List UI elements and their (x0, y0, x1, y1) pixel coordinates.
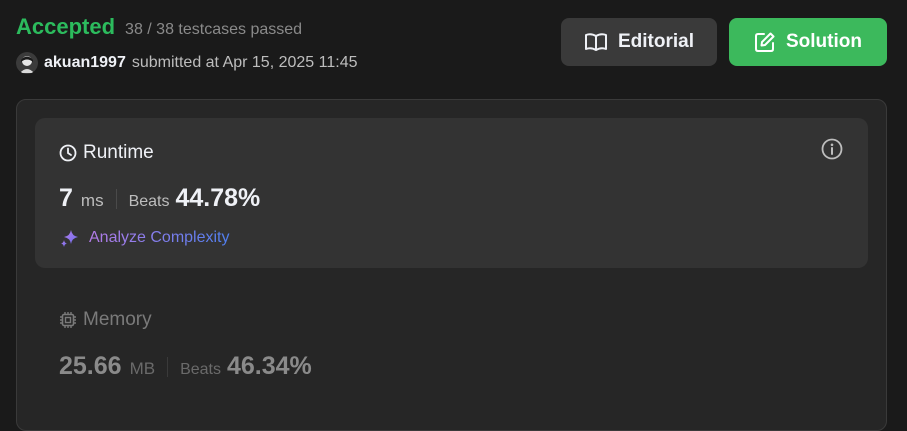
runtime-title: Runtime (59, 142, 154, 164)
runtime-value: 7 (59, 184, 73, 212)
submission-status: Accepted 38 / 38 testcases passed (16, 14, 302, 40)
solution-button[interactable]: Solution (729, 18, 887, 66)
avatar-icon (16, 52, 38, 74)
edit-icon (755, 32, 775, 52)
divider (167, 356, 169, 377)
avatar[interactable] (16, 52, 38, 74)
analyze-complexity-link[interactable]: Analyze Complexity (59, 227, 230, 249)
memory-metric: 25.66 MB Beats 46.34% (59, 352, 312, 381)
memory-beats-label: Beats (180, 361, 221, 378)
analyze-complexity-label: Analyze Complexity (89, 229, 230, 246)
sparkle-icon (61, 230, 78, 247)
username-link[interactable]: akuan1997 (44, 54, 126, 72)
editorial-label: Editorial (617, 31, 694, 52)
submitted-at: submitted at Apr 15, 2025 11:45 (131, 54, 358, 71)
testcases-passed: 38 / 38 testcases passed (125, 21, 303, 38)
chip-icon (60, 312, 76, 328)
book-open-icon (584, 33, 607, 51)
clock-icon (59, 144, 77, 162)
solution-label: Solution (786, 31, 862, 52)
runtime-beats-label: Beats (128, 193, 170, 210)
memory-title[interactable]: Memory (59, 309, 152, 331)
runtime-beats-value: 44.78% (175, 184, 261, 212)
memory-unit: MB (129, 359, 156, 378)
memory-beats-value: 46.34% (226, 352, 312, 380)
memory-label: Memory (83, 309, 152, 330)
runtime-unit: ms (80, 191, 104, 210)
divider (115, 188, 117, 209)
submission-info: akuan1997 submitted at Apr 15, 2025 11:4… (16, 52, 357, 74)
editorial-button[interactable]: Editorial (561, 18, 717, 66)
runtime-metric: 7 ms Beats 44.78% (59, 184, 260, 213)
memory-value: 25.66 (59, 352, 122, 380)
runtime-label: Runtime (83, 142, 154, 163)
info-icon[interactable] (821, 138, 843, 165)
accepted-label: Accepted (16, 14, 116, 39)
